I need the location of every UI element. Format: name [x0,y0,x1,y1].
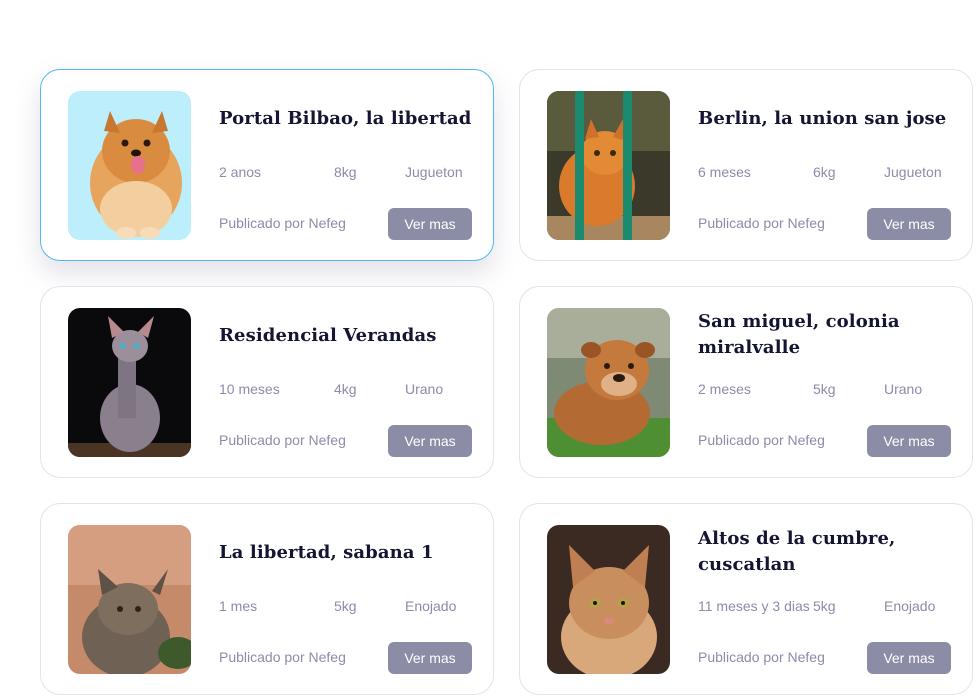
ver-mas-button[interactable]: Ver mas [867,208,951,240]
listing-publisher: Publicado por Nefeg [219,649,346,665]
listing-title: Berlin, la union san jose [698,108,947,129]
listing-age: 6 meses [698,164,751,180]
bulldog-puppy-photo [547,308,670,457]
listing-age: 1 mes [219,598,258,614]
listing-age: 11 meses y 3 dias [698,598,810,614]
listing-age: 2 anos [219,164,262,180]
listing-weight: 6kg [813,164,836,180]
listing-temperament: Jugueton [884,164,942,180]
listing-temperament: Enojado [884,598,936,614]
listing-card[interactable]: San miguel, colonia miralvalle 2 meses 5… [519,286,973,478]
listing-title: Portal Bilbao, la libertad [219,108,472,129]
listing-title: San miguel, colonia miralvalle [698,311,900,358]
listing-grid: Portal Bilbao, la libertad 2 anos 8kg Ju… [40,69,973,695]
orange-cat-behind-bars-photo [547,91,670,240]
listing-weight: 5kg [813,381,836,397]
listing-publisher: Publicado por Nefeg [698,432,825,448]
tabby-cat-photo [68,525,191,674]
listing-age: 10 meses [219,381,280,397]
ver-mas-button[interactable]: Ver mas [867,642,951,674]
pomeranian-dog-photo [68,91,191,240]
listing-temperament: Enojado [405,598,457,614]
listing-weight: 4kg [334,381,357,397]
listing-weight: 5kg [813,598,836,614]
ver-mas-button[interactable]: Ver mas [388,425,472,457]
listing-title: Residencial Verandas [219,325,437,346]
ver-mas-button[interactable]: Ver mas [867,425,951,457]
sphynx-cat-photo [68,308,191,457]
listing-publisher: Publicado por Nefeg [698,215,825,231]
listing-card[interactable]: Altos de la cumbre, cuscatlan 11 meses y… [519,503,973,695]
listing-title: La libertad, sabana 1 [219,542,434,563]
listing-title: Altos de la cumbre, cuscatlan [698,528,896,575]
listing-card[interactable]: La libertad, sabana 1 1 mes 5kg Enojado … [40,503,494,695]
listing-publisher: Publicado por Nefeg [219,215,346,231]
orange-tabby-cat-photo [547,525,670,674]
listing-weight: 5kg [334,598,357,614]
listing-card[interactable]: Berlin, la union san jose 6 meses 6kg Ju… [519,69,973,261]
listing-temperament: Urano [884,381,923,397]
listing-publisher: Publicado por Nefeg [219,432,346,448]
listing-weight: 8kg [334,164,357,180]
listing-age: 2 meses [698,381,751,397]
listing-temperament: Jugueton [405,164,463,180]
listing-card[interactable]: Residencial Verandas 10 meses 4kg Urano … [40,286,494,478]
listing-card[interactable]: Portal Bilbao, la libertad 2 anos 8kg Ju… [40,69,494,261]
listing-temperament: Urano [405,381,444,397]
listing-publisher: Publicado por Nefeg [698,649,825,665]
ver-mas-button[interactable]: Ver mas [388,642,472,674]
ver-mas-button[interactable]: Ver mas [388,208,472,240]
